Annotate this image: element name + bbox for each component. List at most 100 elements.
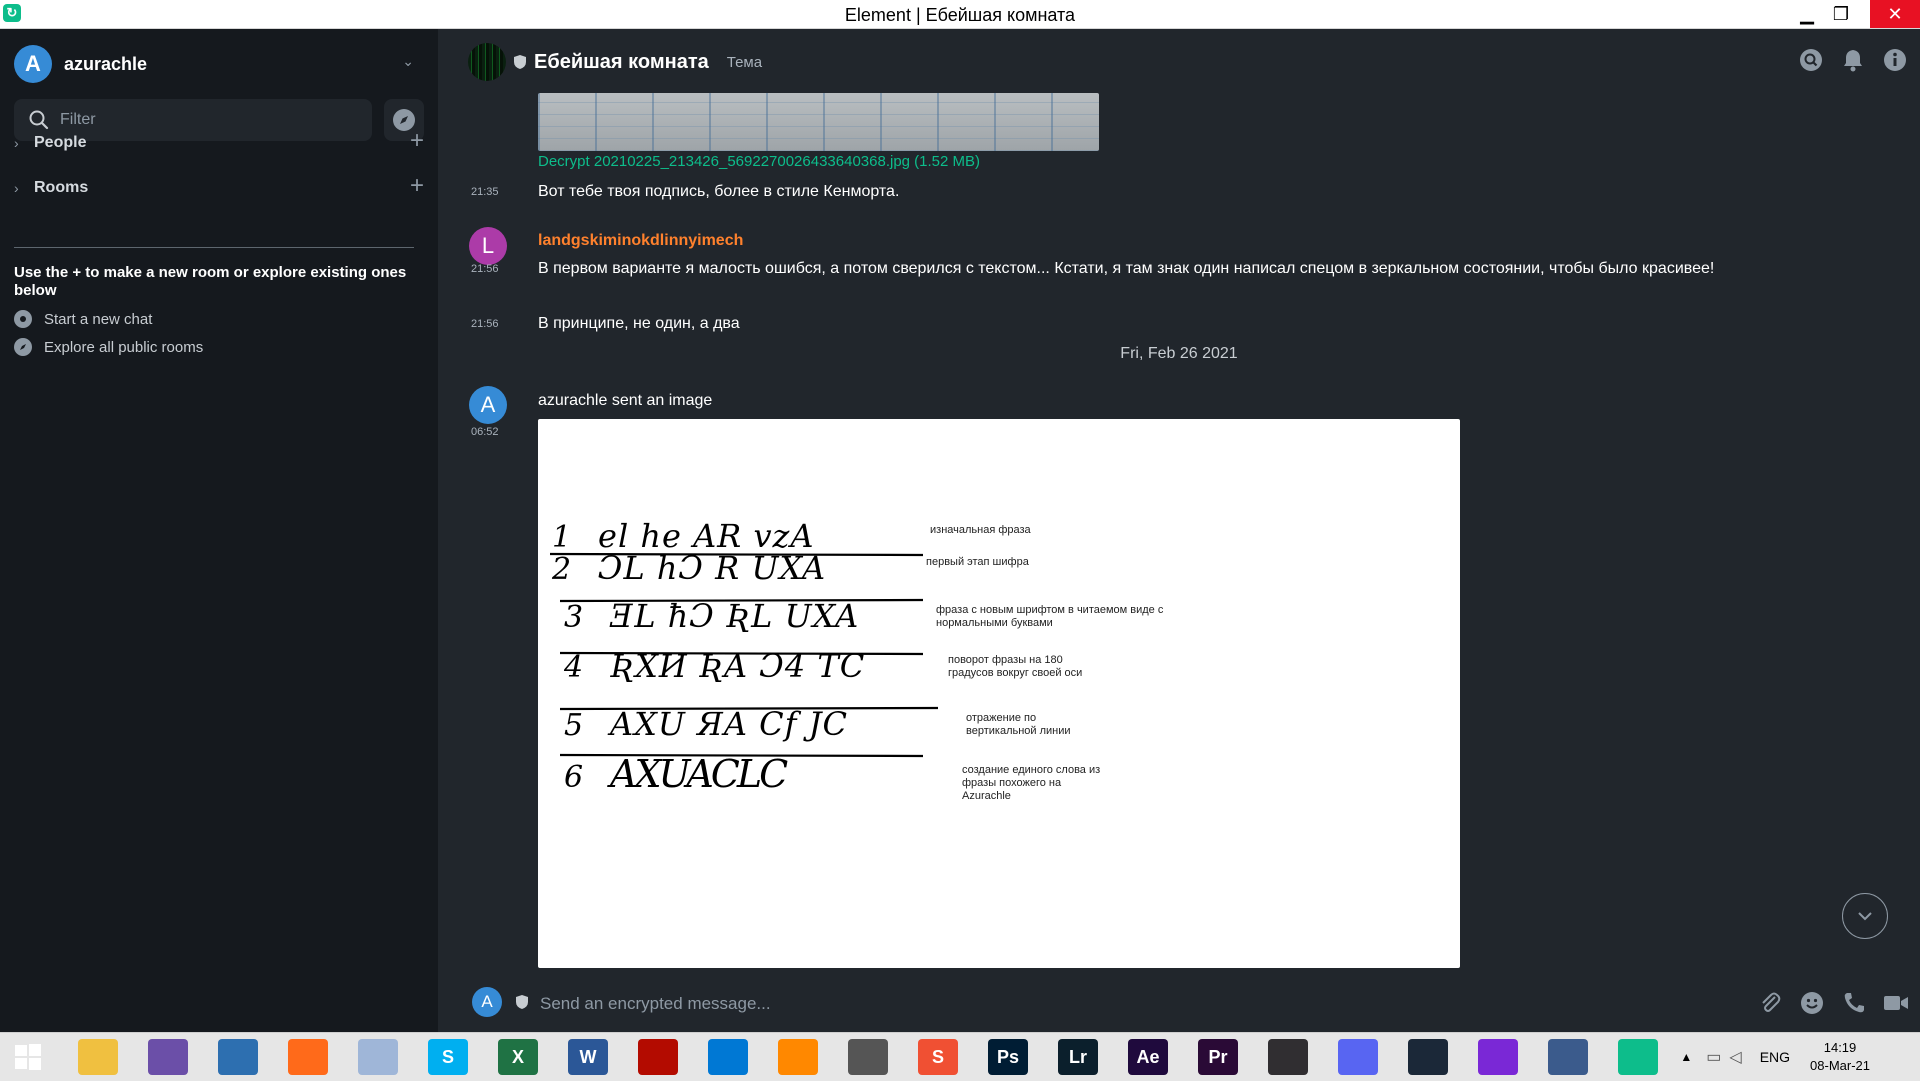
- window-title: Element | Ебейшая комната: [844, 5, 1076, 25]
- chevron-down-icon: [1858, 912, 1872, 921]
- start-icon[interactable]: [8, 1039, 48, 1075]
- chat-icon: [14, 310, 32, 328]
- smiley-icon: [1801, 992, 1823, 1014]
- cipher-note: отражение по: [966, 712, 1036, 724]
- minimize-button[interactable]: ▁: [1790, 0, 1824, 28]
- skype-icon[interactable]: S: [428, 1039, 468, 1075]
- volume-icon[interactable]: ◁: [1729, 1047, 1741, 1067]
- maximize-button[interactable]: ❐: [1824, 0, 1858, 28]
- system-tray: ▲ ▭ ◁ ENG 14:19 08-Mar-21: [1680, 1033, 1920, 1081]
- cipher-note: изначальная фраза: [930, 524, 1032, 536]
- attach-button[interactable]: [1756, 989, 1784, 1017]
- lightroom-icon[interactable]: Lr: [1058, 1039, 1098, 1075]
- start-chat-label[interactable]: Start a new chat: [44, 311, 152, 328]
- browser-icon[interactable]: [218, 1039, 258, 1075]
- image-attachment[interactable]: 1 el he AR vzA изначальная фраза 2 ƆL hƆ R U…: [538, 419, 1460, 968]
- windows-taskbar: S X W S Ps Lr Ae Pr ▲ ▭ ◁ ENG 14:19 08-Mar-21: [0, 1032, 1920, 1081]
- stylus-icon[interactable]: S: [918, 1039, 958, 1075]
- start-chat-link[interactable]: Start a new chat: [14, 307, 152, 331]
- add-people-button[interactable]: +: [410, 127, 424, 155]
- composer-avatar: A: [472, 987, 502, 1017]
- sender-avatar[interactable]: A: [469, 386, 507, 424]
- steam-icon[interactable]: [1408, 1039, 1448, 1075]
- filter-input[interactable]: [58, 110, 362, 130]
- cipher-row-number: 3: [564, 600, 583, 635]
- explore-rooms-link[interactable]: Explore all public rooms: [14, 335, 203, 359]
- word-icon[interactable]: W: [568, 1039, 608, 1075]
- chevron-right-icon[interactable]: ›: [14, 180, 30, 196]
- premiere-icon[interactable]: Pr: [1198, 1039, 1238, 1075]
- cipher-row-number: 2: [551, 552, 571, 587]
- excel-icon[interactable]: X: [498, 1039, 538, 1075]
- cipher-glyphs: ƎL ħƆ ƦL UXA: [609, 597, 859, 635]
- message-text: Вот тебе твоя подпись, более в стиле Кен…: [538, 183, 900, 200]
- composer-actions: [1756, 989, 1910, 1017]
- add-room-button[interactable]: +: [410, 172, 424, 200]
- cipher-note: градусов вокруг своей оси: [948, 667, 1082, 679]
- user-menu[interactable]: A azurachle ⌄: [14, 45, 414, 83]
- cipher-image: 1 el he AR vzA изначальная фраза2 ƆL hƆ R U…: [549, 517, 1164, 802]
- video-call-button[interactable]: [1882, 989, 1910, 1017]
- element-icon[interactable]: [1618, 1039, 1658, 1075]
- message-input[interactable]: [538, 989, 1642, 1019]
- photoshop-icon[interactable]: Ps: [988, 1039, 1028, 1075]
- firefox-icon[interactable]: [288, 1039, 328, 1075]
- jump-to-bottom-button[interactable]: [1842, 893, 1888, 939]
- network-icon[interactable]: ▭: [1706, 1047, 1721, 1067]
- after-effects-icon[interactable]: Ae: [1128, 1039, 1168, 1075]
- cipher-row-number: 6: [564, 760, 583, 795]
- close-button[interactable]: ✕: [1870, 0, 1920, 28]
- sender-name[interactable]: landgskiminokdlinnyimech: [538, 232, 743, 250]
- cipher-note: фраза с новым шрифтом в читаемом виде с: [936, 604, 1164, 616]
- downloader-icon[interactable]: [848, 1039, 888, 1075]
- image-preview[interactable]: [538, 93, 1099, 151]
- section-people[interactable]: › People +: [14, 127, 424, 155]
- cipher-note: создание единого слова из: [962, 764, 1100, 776]
- emoji-button[interactable]: [1798, 989, 1826, 1017]
- left-panel: A azurachle ⌄ › People + › Rooms + Use t…: [0, 29, 438, 1032]
- cipher-note: нормальными буквами: [936, 617, 1053, 629]
- section-rooms[interactable]: › Rooms +: [14, 172, 424, 200]
- cipher-note: фразы похожего на: [962, 777, 1062, 789]
- voice-call-button[interactable]: [1840, 989, 1868, 1017]
- globe-icon[interactable]: [358, 1039, 398, 1075]
- sender-avatar[interactable]: L: [469, 227, 507, 265]
- cipher-row-number: 5: [564, 708, 583, 743]
- section-label[interactable]: Rooms: [34, 179, 88, 197]
- compass-icon: [14, 338, 32, 356]
- date-separator: Fri, Feb 26 2021: [1120, 345, 1238, 362]
- clock-date: 08-Mar-21: [1810, 1058, 1870, 1073]
- acrobat-icon[interactable]: [638, 1039, 678, 1075]
- vscode-icon[interactable]: [708, 1039, 748, 1075]
- user-name[interactable]: azurachle: [64, 54, 147, 75]
- file-download-link[interactable]: Decrypt 20210225_213426_5692270026433640…: [538, 153, 980, 170]
- message-text: azurachle sent an image: [538, 392, 713, 409]
- empty-hint: Use the + to make a new room or explore …: [14, 264, 407, 299]
- divider: [14, 247, 414, 248]
- timestamp: 21:35: [471, 186, 499, 198]
- keepass-icon[interactable]: [1548, 1039, 1588, 1075]
- cipher-glyphs: ƦXИ ƦA Ɔ4 TC: [610, 647, 865, 685]
- taskbar-clock[interactable]: 14:19 08-Mar-21: [1810, 1039, 1870, 1075]
- chevron-right-icon[interactable]: ›: [14, 135, 30, 151]
- timestamp: 21:56: [471, 318, 499, 330]
- qbittorrent-icon[interactable]: [148, 1039, 188, 1075]
- explore-rooms-label[interactable]: Explore all public rooms: [44, 339, 203, 356]
- vlc-icon[interactable]: [778, 1039, 818, 1075]
- message-composer: A: [438, 975, 1920, 1031]
- user-avatar[interactable]: A: [14, 45, 52, 83]
- cortana-icon[interactable]: [1478, 1039, 1518, 1075]
- language-indicator[interactable]: ENG: [1760, 1049, 1790, 1065]
- obs-icon[interactable]: [1268, 1039, 1308, 1075]
- tray-chevron-icon[interactable]: ▲: [1680, 1050, 1692, 1064]
- clock-time: 14:19: [1823, 1040, 1857, 1055]
- cipher-glyphs: AXUACLC: [607, 752, 788, 796]
- discord-icon[interactable]: [1338, 1039, 1378, 1075]
- file-explorer-icon[interactable]: [78, 1039, 118, 1075]
- chevron-down-icon[interactable]: ⌄: [402, 53, 414, 70]
- message-text: В принципе, не один, а два: [538, 315, 740, 332]
- search-icon: [29, 110, 49, 130]
- section-label[interactable]: People: [34, 134, 86, 152]
- cipher-row-number: 4: [563, 650, 583, 685]
- message-text: В первом варианте я малость ошибся, а по…: [538, 260, 1715, 277]
